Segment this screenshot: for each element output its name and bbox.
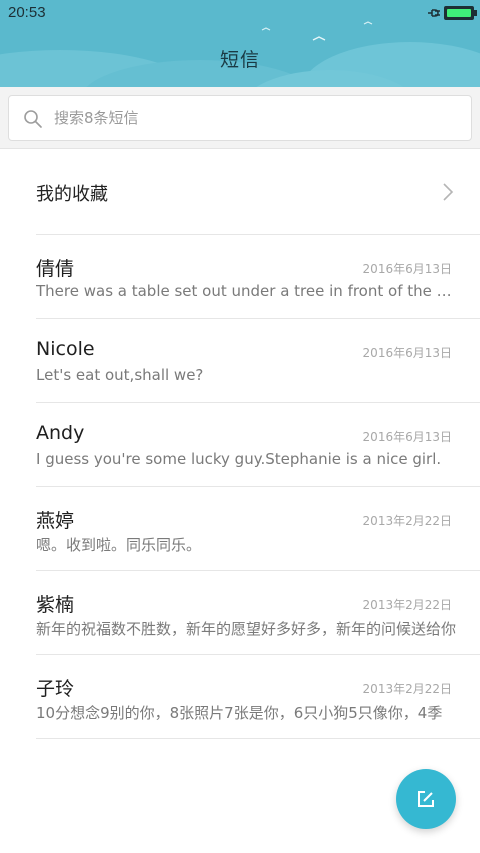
- contact-name: Nicole: [36, 338, 95, 360]
- battery-icon: [444, 6, 474, 20]
- contact-name: 倩倩: [36, 258, 75, 280]
- message-item[interactable]: 紫楠 2013年2月22日 新年的祝福数不胜数，新年的愿望好多好多，新年的问候送…: [0, 570, 480, 654]
- message-date: 2013年2月22日: [362, 682, 452, 696]
- message-date: 2016年6月13日: [362, 430, 452, 444]
- message-preview: Let's eat out,shall we?: [36, 366, 204, 384]
- search-section: [0, 87, 480, 149]
- search-icon: [24, 110, 42, 128]
- chevron-right-icon: [443, 183, 454, 201]
- contact-name: 紫楠: [36, 594, 75, 616]
- message-preview: 新年的祝福数不胜数，新年的愿望好多好多，新年的问候送给你: [36, 620, 456, 638]
- message-item[interactable]: 子玲 2013年2月22日 10分想念9别的你，8张照片7张是你，6只小狗5只像…: [0, 654, 480, 738]
- status-bar: 20:53: [0, 0, 480, 28]
- message-item[interactable]: 倩倩 2016年6月13日 There was a table set out …: [0, 234, 480, 318]
- message-item[interactable]: Andy 2016年6月13日 I guess you're some luck…: [0, 402, 480, 486]
- header: 20:53 短信: [0, 0, 480, 87]
- plug-icon: [428, 9, 440, 17]
- page-title: 短信: [219, 49, 260, 71]
- favorites-row[interactable]: 我的收藏: [0, 150, 480, 234]
- message-preview: 嗯。收到啦。同乐同乐。: [36, 536, 202, 554]
- search-input[interactable]: [54, 96, 454, 140]
- message-date: 2013年2月22日: [362, 598, 452, 612]
- contact-name: 燕婷: [36, 510, 75, 532]
- message-preview: There was a table set out under a tree i…: [36, 282, 456, 300]
- compose-button[interactable]: [396, 769, 456, 829]
- favorites-label: 我的收藏: [36, 184, 108, 205]
- compose-icon: [418, 791, 434, 807]
- status-time: 20:53: [8, 4, 46, 21]
- search-box[interactable]: [8, 95, 472, 141]
- contact-name: Andy: [36, 422, 85, 444]
- message-item[interactable]: Nicole 2016年6月13日 Let's eat out,shall we…: [0, 318, 480, 402]
- message-date: 2013年2月22日: [362, 514, 452, 528]
- message-item[interactable]: 燕婷 2013年2月22日 嗯。收到啦。同乐同乐。: [0, 486, 480, 570]
- divider: [36, 738, 480, 739]
- message-date: 2016年6月13日: [362, 346, 452, 360]
- message-preview: 10分想念9别的你，8张照片7张是你，6只小狗5只像你，4季: [36, 704, 443, 722]
- message-preview: I guess you're some lucky guy.Stephanie …: [36, 450, 442, 468]
- battery-tip: [474, 10, 477, 16]
- message-date: 2016年6月13日: [362, 262, 452, 276]
- contact-name: 子玲: [36, 678, 75, 700]
